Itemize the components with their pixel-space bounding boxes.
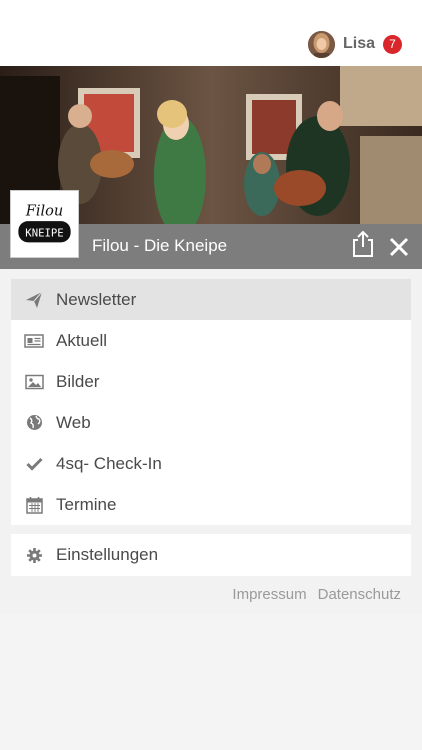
newspaper-icon bbox=[24, 331, 44, 351]
svg-text:KNEIPE: KNEIPE bbox=[25, 227, 63, 240]
user-name[interactable]: Lisa bbox=[343, 35, 375, 53]
settings-label: Einstellungen bbox=[56, 545, 159, 564]
menu-item-4sq-check-in[interactable]: 4sq- Check-In bbox=[11, 443, 411, 484]
menu-item-label: 4sq- Check-In bbox=[56, 453, 162, 473]
globe-icon bbox=[24, 413, 44, 433]
menu-item-label: Termine bbox=[56, 494, 117, 514]
app-title: Filou - Die Kneipe bbox=[92, 236, 228, 255]
top-bar: Lisa 7 bbox=[0, 0, 422, 66]
menu-item-aktuell[interactable]: Aktuell bbox=[11, 320, 411, 361]
share-button[interactable] bbox=[351, 230, 375, 258]
lower-background bbox=[0, 614, 422, 750]
footer-links: Impressum Datenschutz bbox=[232, 586, 401, 603]
datenschutz-link[interactable]: Datenschutz bbox=[318, 586, 401, 603]
menu-item-newsletter[interactable]: Newsletter bbox=[11, 279, 411, 320]
gear-icon bbox=[24, 545, 44, 565]
impressum-link[interactable]: Impressum bbox=[232, 586, 306, 603]
menu-item-label: Bilder bbox=[56, 371, 100, 391]
share-icon bbox=[353, 230, 373, 257]
svg-text:Filou: Filou bbox=[25, 203, 63, 219]
menu-item-bilder[interactable]: Bilder bbox=[11, 361, 411, 402]
avatar[interactable] bbox=[307, 30, 335, 58]
menu-item-label: Web bbox=[56, 412, 91, 432]
side-menu: Newsletter Aktuell Bilder Web 4sq- Check… bbox=[11, 279, 411, 525]
menu-item-einstellungen[interactable]: Einstellungen bbox=[11, 534, 411, 576]
menu-item-label: Newsletter bbox=[56, 289, 137, 309]
menu-item-label: Aktuell bbox=[56, 330, 108, 350]
checkmark-icon bbox=[24, 454, 44, 474]
app-logo: Filou KNEIPE bbox=[10, 190, 79, 258]
menu-item-termine[interactable]: Termine bbox=[11, 484, 411, 525]
paper-plane-icon bbox=[24, 290, 44, 310]
menu-item-web[interactable]: Web bbox=[11, 402, 411, 443]
notification-badge[interactable]: 7 bbox=[383, 34, 402, 54]
close-icon bbox=[389, 237, 409, 257]
user-profile[interactable]: Lisa 7 bbox=[307, 30, 402, 58]
calendar-icon bbox=[24, 495, 44, 515]
close-button[interactable] bbox=[388, 236, 410, 258]
image-icon bbox=[24, 372, 44, 392]
